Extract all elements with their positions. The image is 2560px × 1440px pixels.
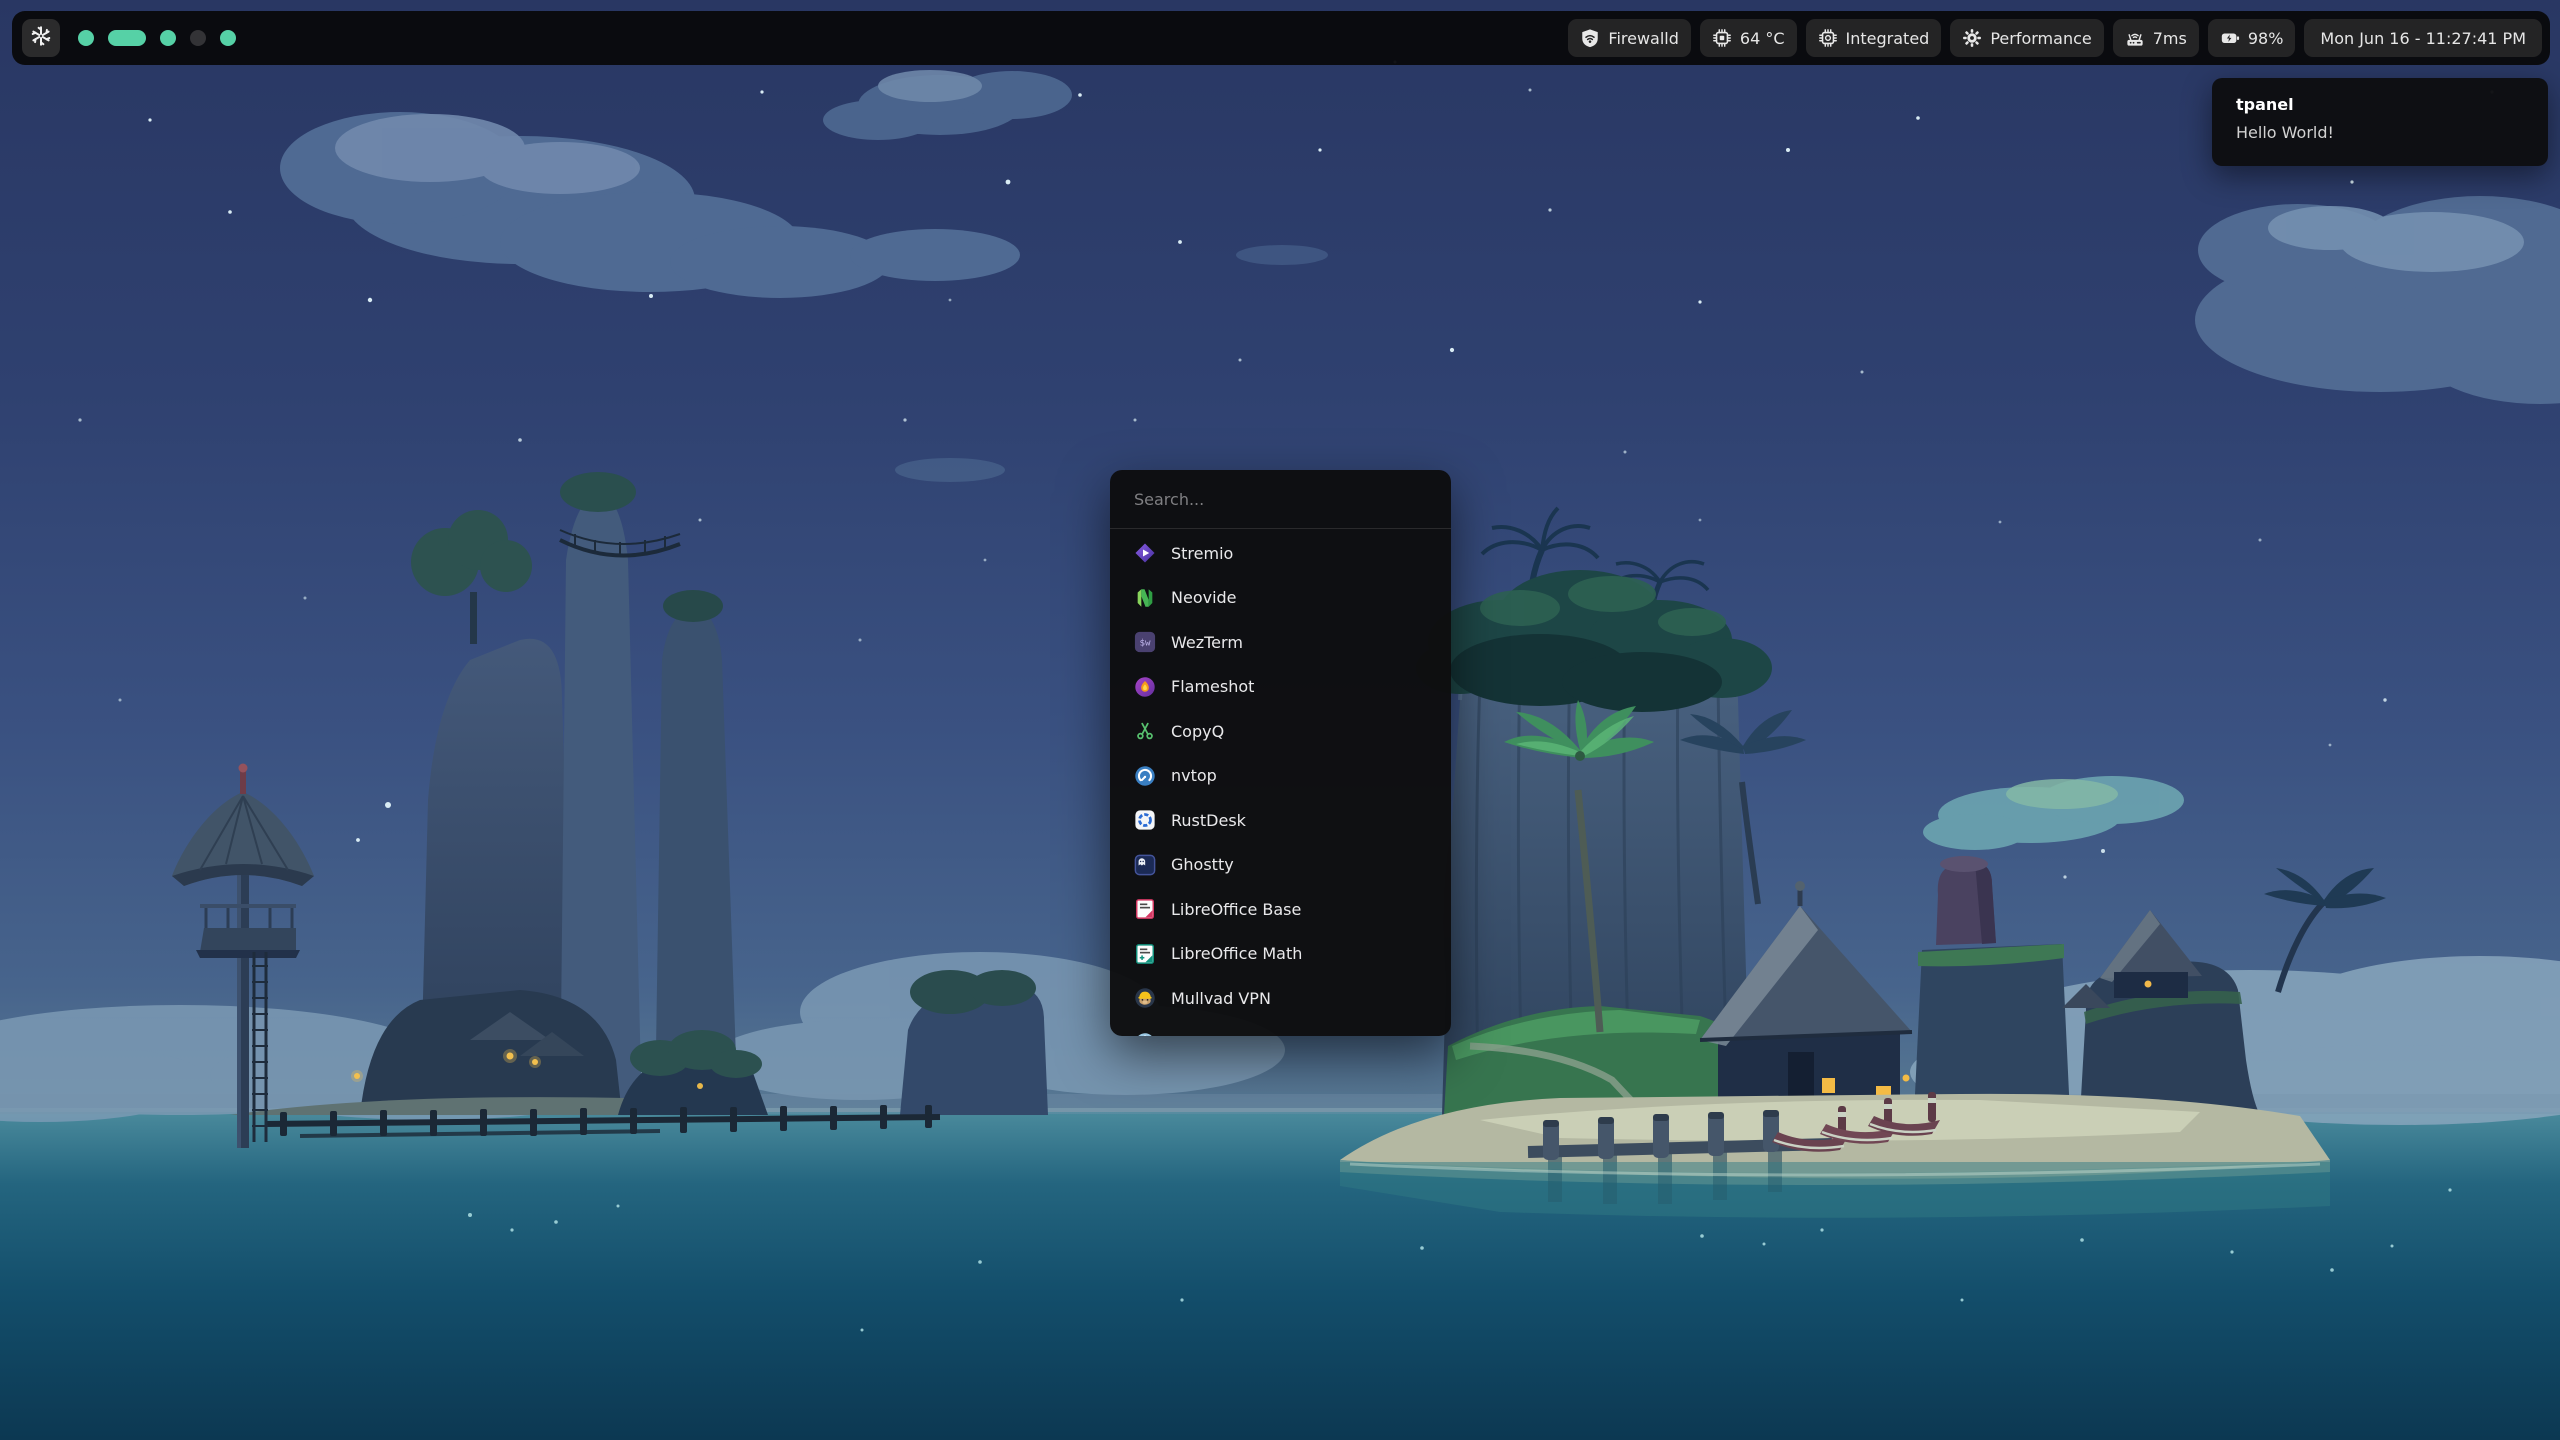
bar-right-section: Firewalld 64 °C — [1568, 19, 2542, 57]
power-profile-module[interactable]: Performance — [1950, 19, 2103, 57]
ghostty-icon — [1134, 854, 1156, 876]
top-bar: Firewalld 64 °C — [12, 11, 2550, 65]
app-label: Mullvad VPN — [1171, 989, 1271, 1008]
router-icon — [2125, 28, 2145, 48]
battery-module[interactable]: 98% — [2208, 19, 2296, 57]
mullvad-vpn-icon — [1134, 987, 1156, 1009]
flameshot-icon — [1134, 676, 1156, 698]
app-label: Flameshot — [1171, 677, 1254, 696]
firewall-label: Firewalld — [1608, 29, 1679, 48]
app-label: CopyQ — [1171, 722, 1224, 741]
rustdesk-icon — [1134, 809, 1156, 831]
app-label: WezTerm — [1171, 633, 1243, 652]
firewall-module[interactable]: Firewalld — [1568, 19, 1691, 57]
shield-icon — [1580, 28, 1600, 48]
workspace-dot-3[interactable] — [160, 30, 176, 46]
app-label: Ghostty — [1171, 855, 1234, 874]
app-label: nvtop — [1171, 766, 1217, 785]
workspace-indicators — [78, 30, 236, 46]
app-label: LibreOffice Math — [1171, 944, 1302, 963]
app-row-rustdesk[interactable]: RustDesk — [1110, 798, 1451, 843]
gpu-label: Integrated — [1846, 29, 1930, 48]
launcher-app-list: Stremio Neovide $w — [1110, 529, 1451, 1036]
cpu-chip-icon — [1712, 28, 1732, 48]
notification-popup[interactable]: tpanel Hello World! — [2212, 78, 2548, 166]
app-label: LibreOffice Base — [1171, 900, 1301, 919]
app-label: Neovide — [1171, 588, 1237, 607]
app-row-nvtop[interactable]: nvtop — [1110, 754, 1451, 799]
libreoffice-math-icon — [1134, 943, 1156, 965]
libreoffice-base-icon — [1134, 898, 1156, 920]
nix-menu-button[interactable] — [22, 19, 60, 57]
app-row-flameshot[interactable]: Flameshot — [1110, 665, 1451, 710]
workspace-dot-1[interactable] — [78, 30, 94, 46]
cpu-temp-label: 64 °C — [1740, 29, 1785, 48]
app-row-nixos-manual[interactable]: NixOS Manual — [1110, 1021, 1451, 1037]
app-row-copyq[interactable]: CopyQ — [1110, 709, 1451, 754]
desktop: Firewalld 64 °C — [0, 0, 2560, 1440]
search-input[interactable] — [1134, 490, 1427, 509]
workspace-dot-5[interactable] — [220, 30, 236, 46]
app-row-neovide[interactable]: Neovide — [1110, 576, 1451, 621]
notification-body: Hello World! — [2236, 123, 2524, 142]
network-module[interactable]: 7ms — [2113, 19, 2199, 57]
neovide-icon — [1134, 587, 1156, 609]
battery-icon — [2220, 28, 2240, 48]
app-row-wezterm[interactable]: $w WezTerm — [1110, 620, 1451, 665]
stremio-icon — [1134, 542, 1156, 564]
workspace-pill-active[interactable] — [108, 30, 146, 46]
app-launcher: Stremio Neovide $w — [1110, 470, 1451, 1036]
app-row-stremio[interactable]: Stremio — [1110, 531, 1451, 576]
power-profile-label: Performance — [1990, 29, 2091, 48]
nvtop-icon — [1134, 765, 1156, 787]
cpu-temp-module[interactable]: 64 °C — [1700, 19, 1797, 57]
battery-percent-label: 98% — [2248, 29, 2284, 48]
app-label: RustDesk — [1171, 811, 1246, 830]
app-row-ghostty[interactable]: Ghostty — [1110, 843, 1451, 888]
clock-module[interactable]: Mon Jun 16 - 11:27:41 PM — [2304, 19, 2542, 57]
wezterm-icon: $w — [1134, 631, 1156, 653]
network-latency-label: 7ms — [2153, 29, 2187, 48]
workspace-dot-4[interactable] — [190, 30, 206, 46]
copyq-icon — [1134, 720, 1156, 742]
nixos-manual-icon — [1134, 1032, 1156, 1036]
snowflake-icon — [29, 24, 53, 52]
svg-text:$w: $w — [1139, 638, 1151, 649]
gpu-module[interactable]: Integrated — [1806, 19, 1942, 57]
app-row-mullvad-vpn[interactable]: Mullvad VPN — [1110, 976, 1451, 1021]
clock-label: Mon Jun 16 - 11:27:41 PM — [2320, 29, 2526, 48]
launcher-search-bar — [1110, 470, 1451, 529]
app-row-libreoffice-math[interactable]: LibreOffice Math — [1110, 932, 1451, 977]
app-label: NixOS Manual — [1171, 1033, 1283, 1036]
gpu-chip-icon — [1818, 28, 1838, 48]
app-row-libreoffice-base[interactable]: LibreOffice Base — [1110, 887, 1451, 932]
notification-title: tpanel — [2236, 95, 2524, 114]
gear-icon — [1962, 28, 1982, 48]
app-label: Stremio — [1171, 544, 1233, 563]
bar-left-section — [20, 19, 236, 57]
